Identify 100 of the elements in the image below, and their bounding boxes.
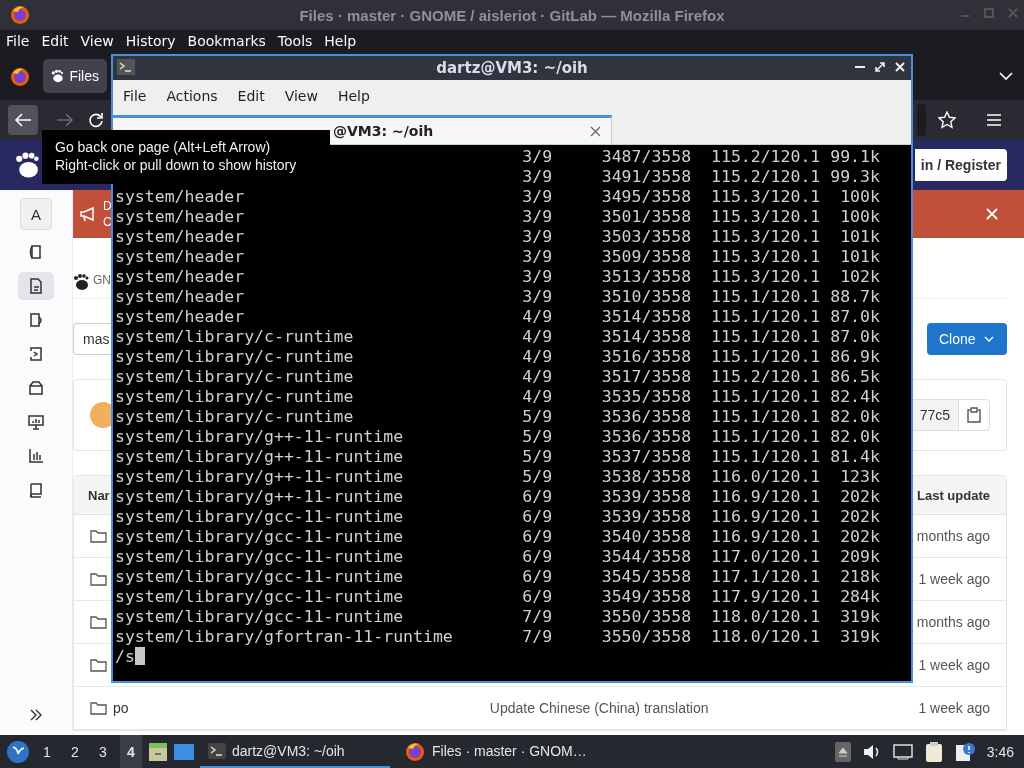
terminal-text: system/header [115,227,246,247]
menu-item[interactable]: Tools [277,33,313,49]
commit-message[interactable]: Update Chinese (China) translation [340,700,919,716]
clock[interactable]: 3:46 [986,743,1014,760]
terminal-text: 3536/3558 [601,427,693,447]
terminal-text: 202k [839,487,880,507]
menu-item[interactable]: Actions [156,88,228,104]
terminal-text: 87.0k [830,327,880,347]
back-arrow-icon [14,113,32,127]
back-button[interactable] [8,105,38,135]
terminal-text: 3487/3558 [601,147,693,167]
workspace-button[interactable]: 1 [36,735,58,768]
gnome-foot-icon [51,67,64,85]
column-header: Nar [88,487,110,503]
menu-item[interactable]: File [6,33,30,49]
terminal-text: 3510/3558 [601,287,693,307]
terminal-text: 82.0k [830,407,880,427]
menu-item[interactable]: Help [327,88,380,104]
desktop-icon[interactable] [174,742,194,761]
terminal-text: 99.1k [830,147,880,167]
terminal-text: system/library/c-runtime [115,387,355,407]
terminal-text: system/library/gcc-11-runtime [115,607,405,627]
terminal-text: 284k [839,587,880,607]
breadcrumb-link[interactable]: GN [93,273,111,287]
terminal-text: 3544/3558 [601,547,693,567]
terminal-text: 3/9 [522,247,554,267]
terminal-text: 3537/3558 [601,447,693,467]
terminal-text: 115.1/120.1 [711,307,822,327]
close-icon[interactable] [590,126,601,137]
terminal-text: 115.3/120.1 [711,187,822,207]
menu-item[interactable]: Edit [41,33,69,49]
taskbar-button[interactable]: dartz@VM3: ~/oih [200,735,390,768]
bar-chart-icon [27,447,45,465]
terminal-text: 3539/3558 [601,507,693,527]
eject-icon[interactable] [834,741,851,762]
terminal-text: system/library/c-runtime [115,367,355,387]
terminal-text: 202k [839,527,880,547]
terminal-text: 3/9 [522,187,554,207]
terminal-text: 3538/3558 [601,467,693,487]
terminal-text: 115.1/120.1 [711,427,822,447]
sign-in-button[interactable]: in / Register [914,149,1007,181]
menu-item[interactable]: Bookmarks [187,33,266,49]
start-menu-icon[interactable] [6,739,30,764]
menu-item[interactable]: View [274,88,328,104]
network-icon[interactable] [892,743,913,760]
terminal-text: 82.4k [830,387,880,407]
chevron-down-icon[interactable] [998,71,1014,81]
clone-button[interactable]: Clone [927,323,1007,355]
terminal-text: 100k [839,207,880,227]
workspace-button[interactable]: 2 [64,735,86,768]
window-title: dartz@VM3: ~/oih [436,59,588,77]
avatar[interactable]: A [20,198,52,230]
terminal-text: 115.2/120.1 [711,167,822,187]
terminal-text: system/library/gcc-11-runtime [115,587,405,607]
browser-tab[interactable]: Files [43,59,107,93]
firefox-icon[interactable] [9,65,31,87]
firefox-icon[interactable] [9,3,31,25]
terminal-text: 3540/3558 [601,527,693,547]
taskbar-button[interactable]: Files · master · GNOM… [396,735,595,768]
terminal-text: system/library/g++-11-runtime [115,467,405,487]
terminal-text: 5/9 [522,467,554,487]
terminal-text: system/header [115,247,246,267]
document-icon [27,277,45,295]
terminal-text: 116.9/120.1 [711,507,822,527]
last-update: 1 week ago [918,657,990,673]
terminal-text: 319k [839,607,880,627]
menu-icon[interactable] [986,113,1002,127]
menu-item[interactable]: Edit [227,88,275,104]
terminal-text: system/library/c-runtime [115,347,355,367]
menu-item[interactable]: Help [324,33,357,49]
terminal-text: 115.3/120.1 [711,207,822,227]
menu-item[interactable]: File [113,88,157,104]
expand-icon[interactable] [30,709,42,721]
terminal-text: system/library/gcc-11-runtime [115,527,405,547]
terminal-text: 116.9/120.1 [711,487,822,507]
file-cabinet-icon[interactable] [148,741,168,762]
terminal-text: system/header [115,207,246,227]
volume-icon[interactable] [862,743,881,760]
terminal-text: 3/9 [522,267,554,287]
notification-icon[interactable] [954,741,975,762]
clipboard-icon[interactable] [924,740,943,763]
terminal-text: 116.9/120.1 [711,527,822,547]
terminal-text: 3536/3558 [601,407,693,427]
menu-item[interactable]: View [80,33,114,49]
reload-icon[interactable] [88,112,104,128]
sidebar-item[interactable] [18,272,54,300]
terminal-text: 3491/3558 [601,167,693,187]
folder-link[interactable]: po [113,700,129,716]
terminal-text: 115.3/120.1 [711,267,822,287]
workspace-button[interactable]: 3 [92,735,114,768]
terminal-text: 5/9 [522,447,554,467]
bookmark-star-icon[interactable] [938,111,956,129]
terminal-text: system/library/gcc-11-runtime [115,507,405,527]
copy-button[interactable] [958,399,990,431]
terminal-text: 3/9 [522,147,554,167]
terminal-text: 6/9 [522,487,554,507]
workspace-button[interactable]: 4 [120,735,142,768]
terminal-text: 3/9 [522,287,554,307]
menu-item[interactable]: History [125,33,176,49]
terminal-icon [208,742,226,759]
